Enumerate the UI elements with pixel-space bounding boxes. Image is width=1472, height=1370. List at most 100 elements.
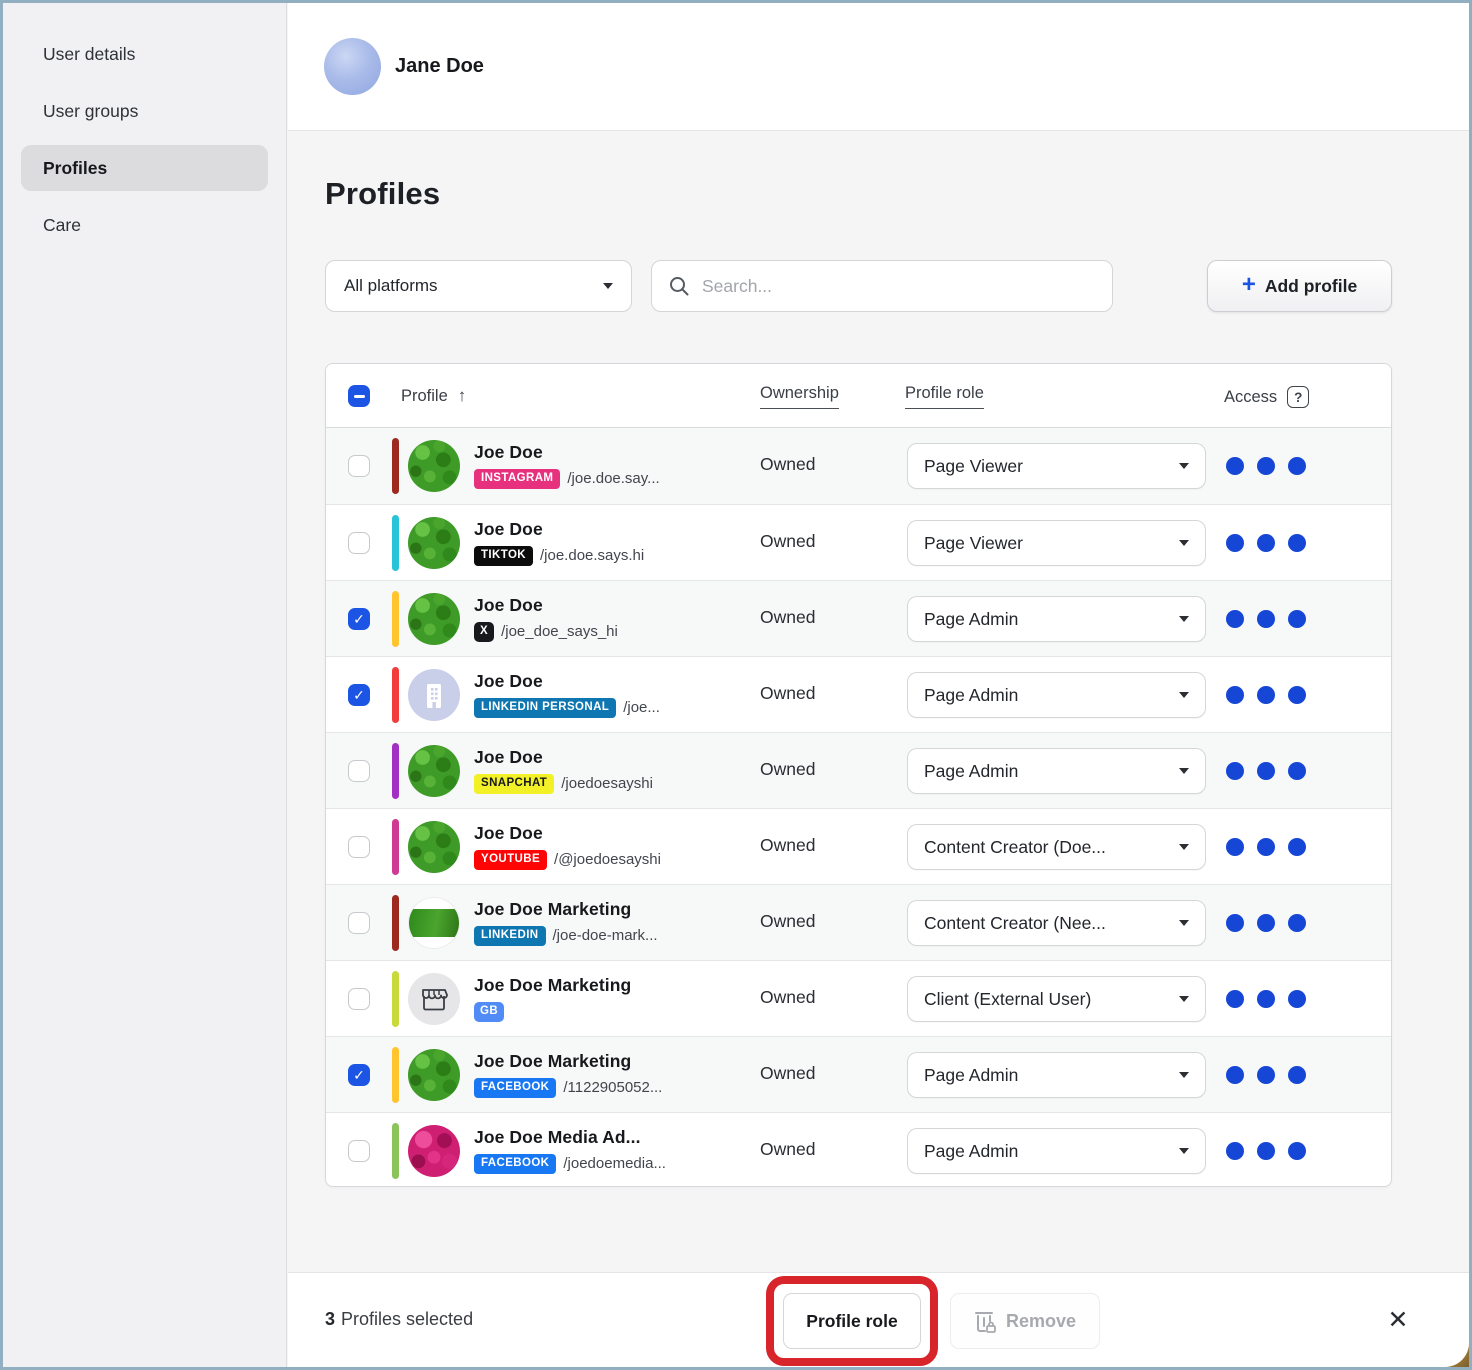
column-access-label: Access — [1224, 388, 1277, 407]
row-checkbox[interactable] — [348, 532, 370, 554]
profile-color-bar — [392, 1047, 399, 1103]
profile-role-dropdown[interactable]: Page Viewer — [907, 520, 1206, 566]
profile-role-dropdown[interactable]: Page Admin — [907, 1052, 1206, 1098]
search-box[interactable] — [651, 260, 1113, 312]
access-indicator — [1226, 762, 1306, 780]
access-dot — [1288, 838, 1306, 856]
profile-info: Joe Doe YOUTUBE /@joedoesayshi — [474, 823, 661, 870]
access-indicator — [1226, 1066, 1306, 1084]
row-checkbox[interactable] — [348, 988, 370, 1010]
profile-info: Joe Doe INSTAGRAM /joe.doe.say... — [474, 442, 660, 489]
remove-button[interactable]: Remove — [950, 1293, 1100, 1349]
row-checkbox[interactable] — [348, 684, 370, 706]
profile-avatar — [408, 593, 460, 645]
profile-avatar — [408, 897, 460, 949]
ownership-value: Owned — [760, 759, 815, 780]
chevron-down-icon — [1179, 616, 1189, 622]
access-dot — [1257, 457, 1275, 475]
close-icon[interactable]: ✕ — [1379, 1301, 1417, 1339]
profile-color-bar — [392, 743, 399, 799]
table-row: Joe Doe INSTAGRAM /joe.doe.say... Owned … — [326, 428, 1391, 504]
profile-avatar — [408, 973, 460, 1025]
table-row: Joe Doe SNAPCHAT /joedoesayshi Owned Pag… — [326, 732, 1391, 808]
profile-role-dropdown[interactable]: Client (External User) — [907, 976, 1206, 1022]
add-profile-button[interactable]: + Add profile — [1207, 260, 1392, 312]
access-dot — [1257, 534, 1275, 552]
profile-role-dropdown[interactable]: Page Admin — [907, 1128, 1206, 1174]
chevron-down-icon — [1179, 540, 1189, 546]
profile-info: Joe Doe Marketing LINKEDIN /joe-doe-mark… — [474, 899, 658, 946]
platform-badge: INSTAGRAM — [474, 469, 560, 489]
profile-role-dropdown[interactable]: Page Admin — [907, 596, 1206, 642]
access-dot — [1288, 1142, 1306, 1160]
user-name: Jane Doe — [395, 55, 484, 78]
chevron-down-icon — [1179, 844, 1189, 850]
profile-role-dropdown[interactable]: Page Admin — [907, 672, 1206, 718]
chevron-down-icon — [603, 283, 613, 289]
profile-name: Joe Doe — [474, 671, 543, 691]
access-indicator — [1226, 914, 1306, 932]
access-indicator — [1226, 838, 1306, 856]
row-checkbox[interactable] — [348, 760, 370, 782]
column-ownership[interactable]: Ownership — [760, 384, 839, 409]
profile-role-dropdown[interactable]: Page Admin — [907, 748, 1206, 794]
access-dot — [1257, 914, 1275, 932]
select-all-checkbox[interactable] — [348, 385, 370, 407]
profile-color-bar — [392, 438, 399, 494]
platform-badge: LINKEDIN — [474, 926, 546, 946]
row-checkbox[interactable] — [348, 912, 370, 934]
profile-role-dropdown[interactable]: Page Viewer — [907, 443, 1206, 489]
access-dot — [1257, 1066, 1275, 1084]
table-row: Joe Doe Marketing FACEBOOK /1122905052..… — [326, 1036, 1391, 1112]
profile-info: Joe Doe LINKEDIN PERSONAL /joe... — [474, 671, 660, 718]
access-indicator — [1226, 457, 1306, 475]
help-icon[interactable]: ? — [1287, 386, 1309, 408]
ownership-value: Owned — [760, 531, 815, 552]
user-avatar — [324, 38, 381, 95]
profile-role-dropdown[interactable]: Content Creator (Nee... — [907, 900, 1206, 946]
settings-sidebar: User details User groups Profiles Care — [3, 3, 287, 1367]
table-row: Joe Doe X /joe_doe_says_hi Owned Page Ad… — [326, 580, 1391, 656]
sidebar-item-profiles[interactable]: Profiles — [21, 145, 268, 191]
profile-color-bar — [392, 591, 399, 647]
column-profile[interactable]: Profile ↑ — [401, 386, 466, 406]
row-checkbox[interactable] — [348, 1140, 370, 1162]
row-checkbox[interactable] — [348, 455, 370, 477]
chevron-down-icon — [1179, 996, 1189, 1002]
access-indicator — [1226, 686, 1306, 704]
sidebar-item-user-groups[interactable]: User groups — [21, 88, 268, 134]
table-row: Joe Doe Marketing LINKEDIN /joe-doe-mark… — [326, 884, 1391, 960]
access-dot — [1226, 457, 1244, 475]
row-checkbox[interactable] — [348, 608, 370, 630]
access-indicator — [1226, 610, 1306, 628]
selection-count: 3 — [325, 1309, 335, 1329]
ownership-value: Owned — [760, 454, 815, 475]
profile-color-bar — [392, 971, 399, 1027]
profile-name: Joe Doe — [474, 442, 543, 462]
main-panel: Jane Doe Profiles All platforms + Add pr… — [288, 3, 1469, 1367]
profile-name: Joe Doe — [474, 519, 543, 539]
access-dot — [1257, 762, 1275, 780]
access-dot — [1257, 990, 1275, 1008]
profile-role-value: Page Admin — [924, 1141, 1018, 1162]
profile-info: Joe Doe SNAPCHAT /joedoesayshi — [474, 747, 653, 794]
profile-role-button[interactable]: Profile role — [783, 1293, 921, 1349]
platform-badge: SNAPCHAT — [474, 774, 554, 794]
row-checkbox[interactable] — [348, 836, 370, 858]
row-checkbox[interactable] — [348, 1064, 370, 1086]
chevron-down-icon — [1179, 920, 1189, 926]
platform-badge: FACEBOOK — [474, 1078, 556, 1098]
platform-filter-dropdown[interactable]: All platforms — [325, 260, 632, 312]
table-header: Profile ↑ Ownership Profile role Access … — [326, 364, 1391, 428]
profiles-table: Profile ↑ Ownership Profile role Access … — [325, 363, 1392, 1187]
sidebar-item-user-details[interactable]: User details — [21, 31, 268, 77]
search-input[interactable] — [702, 276, 1096, 297]
chevron-down-icon — [1179, 1148, 1189, 1154]
platform-badge: YOUTUBE — [474, 850, 547, 870]
access-dot — [1226, 990, 1244, 1008]
sidebar-item-care[interactable]: Care — [21, 202, 268, 248]
column-profile-role[interactable]: Profile role — [905, 384, 984, 409]
access-dot — [1226, 686, 1244, 704]
profile-name: Joe Doe Media Ad... — [474, 1127, 641, 1147]
profile-role-dropdown[interactable]: Content Creator (Doe... — [907, 824, 1206, 870]
